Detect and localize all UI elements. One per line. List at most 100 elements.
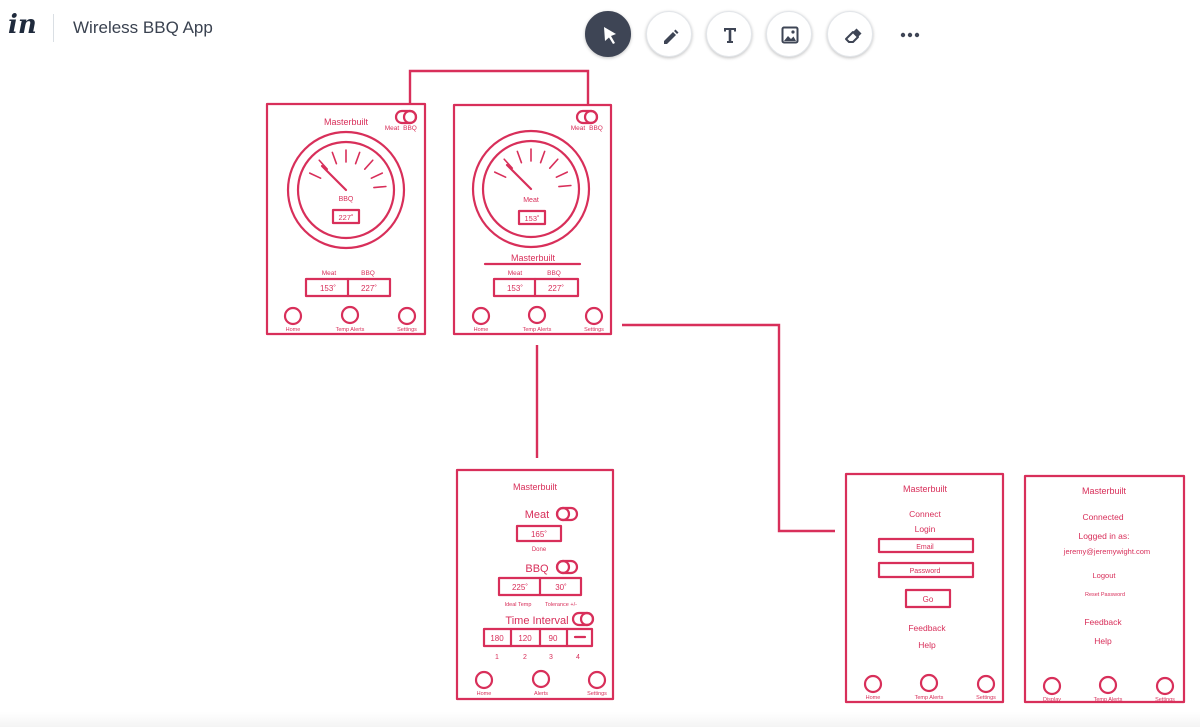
gauge-tick: [493, 171, 507, 178]
help-link[interactable]: Help: [918, 640, 936, 650]
interval-number-4: 4: [576, 654, 580, 661]
screen-settings-connected[interactable]: Masterbuilt Connected Logged in as: jere…: [1023, 474, 1186, 704]
bbq-temp-value: 227˚: [548, 284, 564, 293]
gauge-value: 153˚: [524, 214, 539, 223]
toggle-label-bbq: BBQ: [403, 125, 417, 132]
meat-column-label: Meat: [508, 270, 523, 277]
gauge-tick: [308, 172, 322, 179]
bbq-tolerance-value: 30˚: [555, 583, 567, 592]
screen-home-meat[interactable]: Meat BBQ Meat 153˚ Masterbuilt Meat BBQ …: [452, 103, 613, 336]
bbq-alert-toggle[interactable]: [555, 559, 579, 575]
time-interval-toggle[interactable]: [571, 611, 595, 627]
feedback-link[interactable]: Feedback: [1084, 617, 1122, 627]
temp-alerts-nav-button[interactable]: [919, 673, 939, 693]
bbq-column-label: BBQ: [361, 270, 375, 277]
display-nav-button[interactable]: [1042, 676, 1062, 696]
gauge-tick: [558, 184, 572, 188]
connector-screen1-screen2: [408, 69, 590, 104]
interval-number-3: 3: [549, 654, 553, 661]
time-interval-label: Time Interval: [505, 615, 568, 627]
nav-label-settings: Settings: [584, 327, 604, 333]
nav-label-home: Home: [866, 695, 881, 701]
meat-target-caption: Done: [532, 547, 547, 553]
logged-in-label: Logged in as:: [1078, 531, 1129, 541]
toggle-label-meat: Meat: [385, 125, 400, 132]
temp-alerts-nav-button[interactable]: [1098, 675, 1118, 695]
temperature-gauge: [471, 129, 591, 249]
screen-frame: [455, 468, 615, 701]
wireframe-canvas[interactable]: Masterbuilt Meat BBQ BBQ 227˚ Meat BBQ 1…: [0, 0, 1200, 727]
password-placeholder: Password: [910, 568, 941, 575]
toggle-label-bbq: BBQ: [589, 125, 603, 132]
brand-title: Masterbuilt: [513, 482, 558, 492]
screen-temp-alerts[interactable]: Masterbuilt Meat 165˚ Done BBQ 225˚ 30˚ …: [455, 468, 615, 701]
meat-alert-toggle[interactable]: [555, 506, 579, 522]
nav-label-temp-alerts: Temp Alerts: [523, 327, 552, 333]
nav-label-display: Display: [1043, 697, 1061, 703]
gauge-tick: [539, 150, 546, 164]
gauge-tick: [370, 172, 384, 179]
canvas-bottom-shade: [0, 712, 1200, 727]
interval-option-2[interactable]: 120: [518, 634, 532, 643]
nav-label-settings: Settings: [397, 327, 417, 333]
home-nav-button[interactable]: [471, 306, 491, 326]
settings-nav-button[interactable]: [584, 306, 604, 326]
bbq-tolerance-caption: Tolerance +/-: [545, 602, 577, 608]
bbq-column-label: BBQ: [547, 270, 561, 277]
screen-settings-login[interactable]: Masterbuilt Connect Login Email Password…: [844, 472, 1005, 704]
bbq-ideal-value: 225˚: [512, 583, 528, 592]
gauge-label: BBQ: [339, 196, 354, 203]
help-link[interactable]: Help: [1094, 636, 1112, 646]
connect-heading: Connect: [909, 509, 941, 519]
interval-option-1[interactable]: 180: [490, 634, 504, 643]
meat-alert-label: Meat: [525, 509, 549, 521]
brand-title: Masterbuilt: [324, 117, 369, 127]
brand-title: Masterbuilt: [1082, 486, 1127, 496]
home-nav-button[interactable]: [474, 670, 494, 690]
home-nav-button[interactable]: [863, 674, 883, 694]
meat-temp-value: 153˚: [320, 284, 336, 293]
bbq-temp-value: 227˚: [361, 284, 377, 293]
email-placeholder: Email: [916, 544, 934, 551]
feedback-link[interactable]: Feedback: [908, 623, 946, 633]
reset-password-link[interactable]: Reset Password: [1085, 592, 1125, 598]
gauge-needle: [505, 163, 533, 191]
settings-nav-button[interactable]: [587, 670, 607, 690]
home-nav-button[interactable]: [283, 306, 303, 326]
gauge-tick: [555, 171, 569, 178]
login-heading: Login: [915, 524, 936, 534]
screen-home-bbq[interactable]: Masterbuilt Meat BBQ BBQ 227˚ Meat BBQ 1…: [265, 102, 427, 336]
gauge-tick: [331, 151, 338, 165]
meat-bbq-toggle[interactable]: [394, 109, 418, 125]
temp-alerts-nav-button[interactable]: [340, 305, 360, 325]
interval-option-3[interactable]: 90: [549, 634, 558, 643]
interval-number-2: 2: [523, 654, 527, 661]
interval-number-1: 1: [495, 654, 499, 661]
meat-bbq-toggle[interactable]: [575, 109, 599, 125]
gauge-tick: [363, 159, 374, 170]
nav-label-temp-alerts: Temp Alerts: [336, 327, 365, 333]
nav-label-settings: Settings: [587, 691, 607, 697]
settings-nav-button[interactable]: [976, 674, 996, 694]
nav-label-settings: Settings: [1155, 697, 1175, 703]
gauge-value: 227˚: [338, 213, 353, 222]
meat-column-label: Meat: [322, 270, 337, 277]
temp-alerts-nav-button[interactable]: [527, 305, 547, 325]
alerts-nav-button[interactable]: [531, 669, 551, 689]
nav-label-settings: Settings: [976, 695, 996, 701]
brand-title: Masterbuilt: [511, 253, 556, 263]
brand-title: Masterbuilt: [903, 484, 948, 494]
settings-nav-button[interactable]: [1155, 676, 1175, 696]
gauge-tick: [548, 158, 559, 169]
gauge-tick: [516, 150, 523, 164]
gauge-tick: [373, 185, 387, 189]
screen-frame: [1023, 474, 1186, 704]
nav-label-home: Home: [474, 327, 489, 333]
settings-nav-button[interactable]: [397, 306, 417, 326]
user-email: jeremy@jeremywight.com: [1063, 547, 1150, 556]
logout-link[interactable]: Logout: [1093, 571, 1117, 580]
nav-label-home: Home: [477, 691, 492, 697]
meat-target-value: 165˚: [531, 530, 547, 539]
gauge-label: Meat: [523, 197, 539, 204]
gauge-needle: [320, 164, 348, 192]
